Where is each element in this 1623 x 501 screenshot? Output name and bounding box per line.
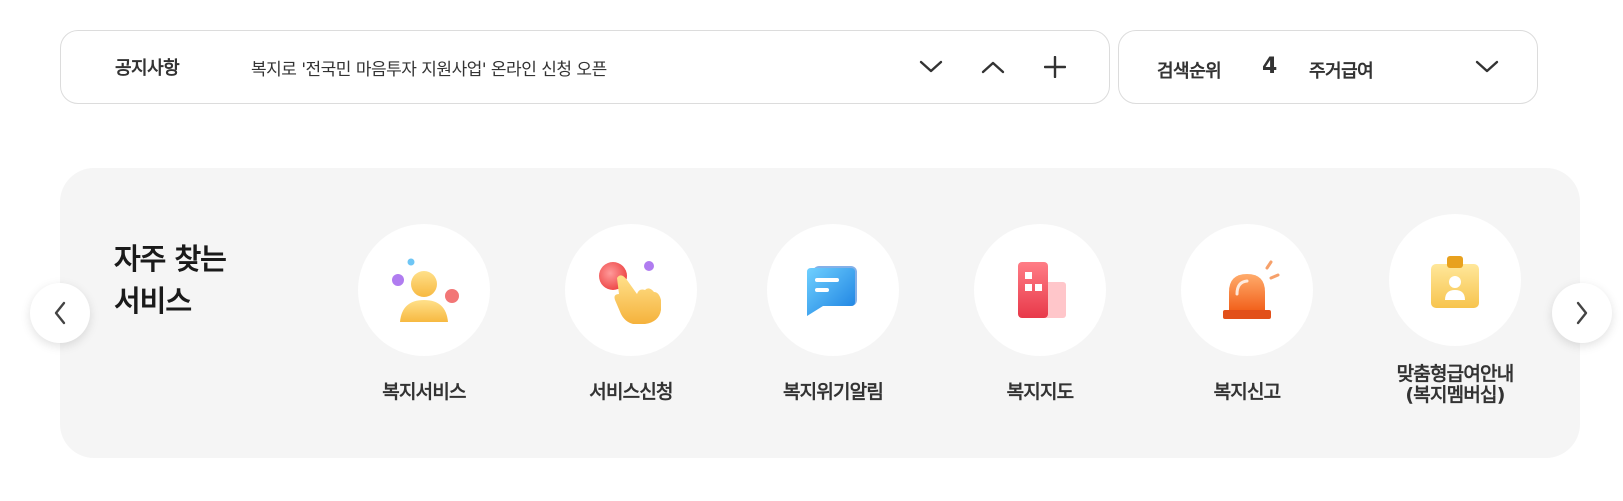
carousel-next-button[interactable] — [1552, 283, 1612, 343]
service-label: 복지위기알림 — [782, 381, 884, 403]
service-icon-circle — [767, 224, 899, 356]
notice-next-button[interactable] — [913, 49, 949, 85]
plus-icon — [1044, 56, 1066, 78]
notice-prev-button[interactable] — [975, 49, 1011, 85]
search-rank-bar: 검색순위 4 주거급여 — [1118, 30, 1538, 104]
notice-bar: 공지사항 복지로 '전국민 마음투자 지원사업' 온라인 신청 오픈 — [60, 30, 1110, 104]
hand-pointer-icon — [599, 261, 661, 324]
chevron-right-icon — [1576, 301, 1588, 325]
carousel-prev-button[interactable] — [30, 283, 90, 343]
service-icon-circle — [974, 224, 1106, 356]
search-rank-number: 4 — [1262, 54, 1278, 79]
service-label: 맞춤형급여안내 (복지멤버십) — [1396, 363, 1515, 406]
service-label: 복지지도 — [1006, 381, 1075, 403]
chevron-down-icon — [919, 60, 943, 73]
search-rank-toggle-button[interactable] — [1469, 49, 1505, 85]
map-building-icon — [1018, 262, 1066, 318]
service-item-service-apply[interactable]: 서비스신청 — [531, 224, 731, 403]
service-icon-circle — [565, 224, 697, 356]
service-icon-circle — [1181, 224, 1313, 356]
notice-more-button[interactable] — [1037, 49, 1073, 85]
chevron-down-icon — [1475, 60, 1499, 73]
siren-icon — [1223, 260, 1280, 319]
search-rank-term[interactable]: 주거급여 — [1309, 57, 1374, 83]
id-card-icon — [1431, 256, 1479, 308]
service-icon-circle — [358, 224, 490, 356]
chevron-up-icon — [981, 61, 1005, 74]
service-label: 복지서비스 — [382, 381, 466, 403]
service-item-welfare-service[interactable]: 복지서비스 — [324, 224, 524, 403]
frequent-services-panel: 자주 찾는 서비스 복지서비스 서비스신청 복지위기알림 복지지도 복지신고 맞… — [60, 168, 1580, 458]
notice-text[interactable]: 복지로 '전국민 마음투자 지원사업' 온라인 신청 오픈 — [251, 55, 607, 80]
service-item-crisis-alert[interactable]: 복지위기알림 — [733, 224, 933, 403]
service-icon-circle — [1389, 214, 1521, 346]
service-label: 서비스신청 — [589, 381, 673, 403]
search-rank-label: 검색순위 — [1157, 61, 1222, 82]
service-item-custom-benefit[interactable]: 맞춤형급여안내 (복지멤버십) — [1355, 214, 1555, 406]
people-icon — [392, 258, 459, 322]
services-title: 자주 찾는 서비스 — [114, 242, 227, 319]
service-item-welfare-report[interactable]: 복지신고 — [1147, 224, 1347, 403]
service-item-welfare-map[interactable]: 복지지도 — [940, 224, 1140, 403]
message-icon — [807, 266, 857, 316]
service-label: 복지신고 — [1213, 381, 1282, 403]
notice-label: 공지사항 — [115, 58, 180, 79]
chevron-left-icon — [54, 301, 66, 325]
